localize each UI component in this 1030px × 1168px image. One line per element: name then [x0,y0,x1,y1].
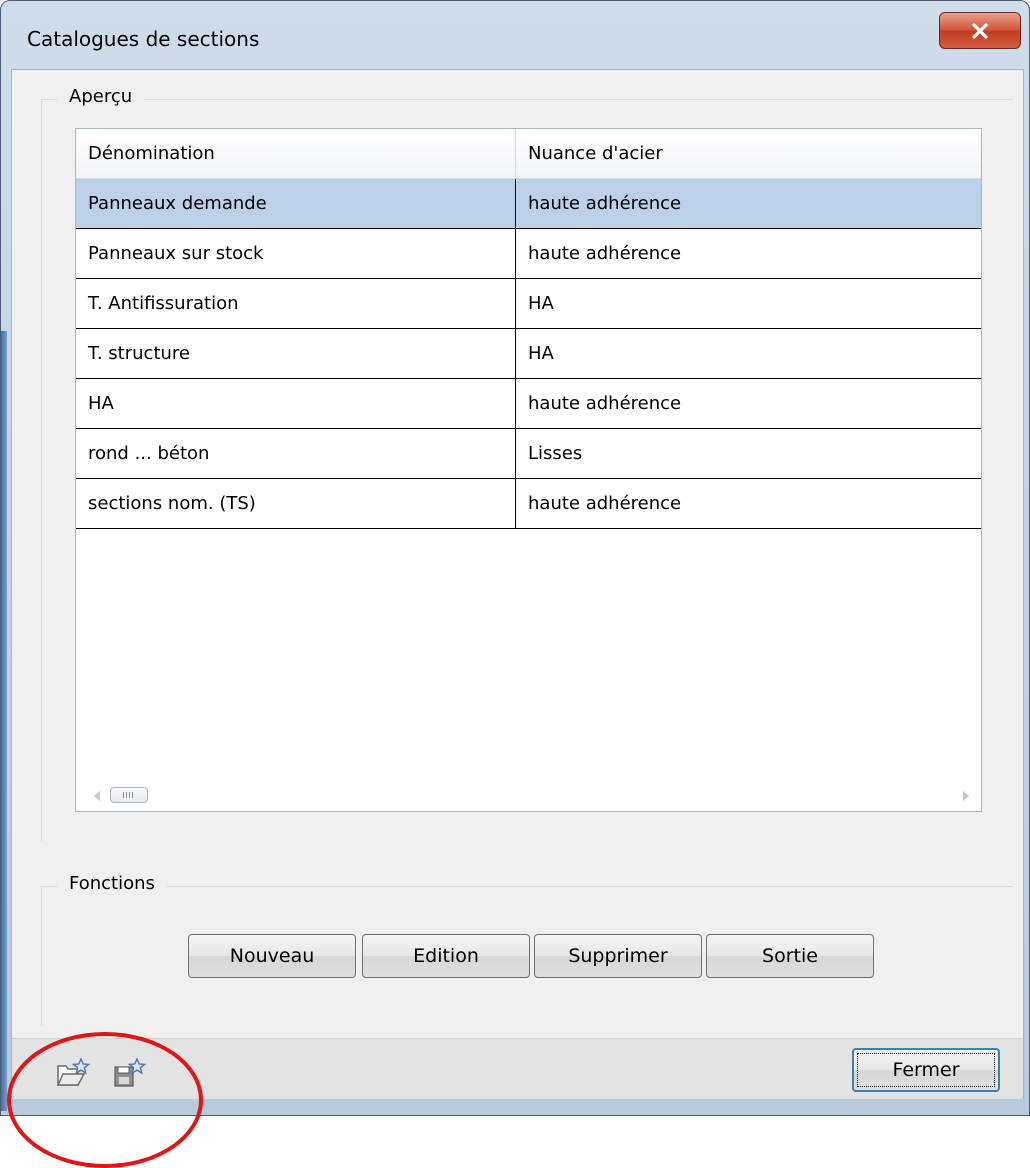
row-steel: haute adhérence [528,193,682,214]
scroll-right-arrow-icon[interactable] [963,791,969,801]
horizontal-scrollbar[interactable] [76,781,981,811]
row-name: T. structure [76,329,516,378]
table-row[interactable]: rond ... béton Lisses [76,429,981,479]
grip-icon [123,792,135,798]
fermer-button[interactable]: Fermer [852,1048,1000,1092]
window-edge-accent [1,331,7,1111]
column-header-denomination[interactable]: Dénomination [76,129,516,178]
close-window-button[interactable] [939,12,1021,49]
row-name: HA [76,379,516,428]
scrollbar-thumb[interactable] [110,787,148,803]
sortie-button[interactable]: Sortie [706,934,874,978]
table-row[interactable]: HA haute adhérence [76,379,981,429]
annotation-circle [7,1032,203,1168]
supprimer-button[interactable]: Supprimer [534,934,702,978]
scroll-left-arrow-icon[interactable] [94,791,100,801]
row-name: Panneaux demande [76,179,516,228]
sections-table[interactable]: Dénomination Nuance d'acier Panneaux dem… [75,128,982,812]
table-header: Dénomination Nuance d'acier [76,129,981,179]
fermer-label: Fermer [892,1059,960,1081]
table-row[interactable]: Panneaux demande haute adhérence [76,179,981,229]
row-steel: Lisses [528,443,583,464]
close-icon [972,22,988,39]
table-row[interactable]: T. structure HA [76,329,981,379]
row-steel: haute adhérence [528,243,682,264]
row-name: rond ... béton [76,429,516,478]
table-row[interactable]: T. Antifissuration HA [76,279,981,329]
column-header-nuance[interactable]: Nuance d'acier [516,129,981,178]
fonctions-group-label: Fonctions [57,873,167,894]
nouveau-button[interactable]: Nouveau [188,934,356,978]
apercu-group-label: Aperçu [57,86,145,107]
dialog-client-area: Aperçu Dénomination Nuance d'acier Panne… [11,69,1024,1099]
table-row[interactable]: Panneaux sur stock haute adhérence [76,229,981,279]
edition-button[interactable]: Edition [362,934,530,978]
row-name: sections nom. (TS) [76,479,516,528]
row-name: T. Antifissuration [76,279,516,328]
row-steel: HA [528,293,554,314]
row-steel: haute adhérence [528,393,682,414]
row-name: Panneaux sur stock [76,229,516,278]
row-steel: HA [528,343,554,364]
window-title: Catalogues de sections [27,27,260,51]
table-row[interactable]: sections nom. (TS) haute adhérence [76,479,981,529]
window-frame: Catalogues de sections Aperçu Dénominati… [0,0,1030,1116]
row-steel: haute adhérence [528,493,682,514]
